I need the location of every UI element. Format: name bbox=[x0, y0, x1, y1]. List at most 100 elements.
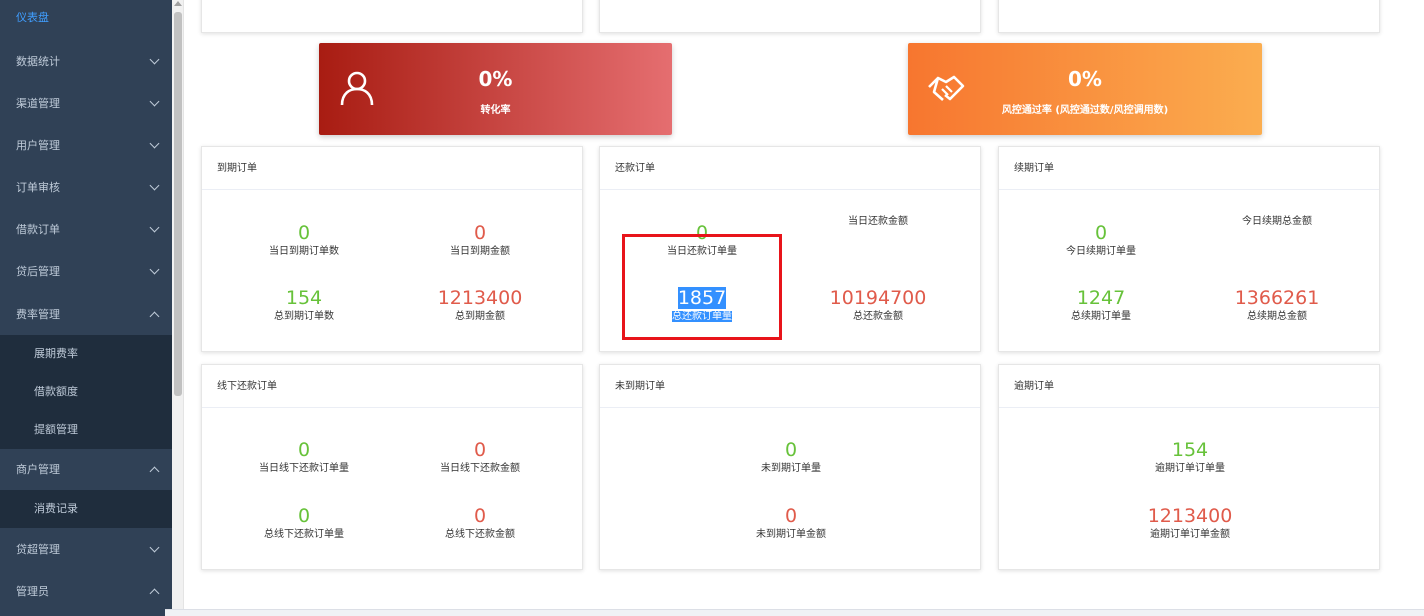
chevron-down-icon bbox=[149, 180, 160, 191]
stat-not-due-amount: 0 未到期订单金额 bbox=[701, 505, 881, 542]
stat-label: 当日线下还款订单量 bbox=[259, 463, 349, 474]
card-expire-orders: 到期订单 0 当日到期订单数 0 当日到期金额 154 总到期订单数 12134… bbox=[201, 146, 583, 352]
stat-value: 1366261 bbox=[1234, 287, 1320, 309]
stat-value: 0 bbox=[784, 505, 798, 527]
submenu-loan-limit[interactable]: 借款额度 bbox=[0, 373, 172, 411]
risk-pass-rate-caption: 风控通过率 (风控通过数/风控调用数) bbox=[1001, 105, 1169, 116]
top-card-partial bbox=[998, 0, 1380, 33]
menu-label: 借款订单 bbox=[16, 223, 60, 236]
stat-total-expire-count: 154 总到期订单数 bbox=[214, 287, 394, 324]
chevron-down-icon bbox=[149, 542, 160, 553]
card-title: 未到期订单 bbox=[600, 365, 980, 408]
stat-label: 总线下还款金额 bbox=[445, 529, 515, 540]
stat-value: 154 bbox=[1171, 439, 1209, 461]
stat-today-offline-amount: 0 当日线下还款金额 bbox=[390, 439, 570, 476]
chevron-down-icon bbox=[149, 222, 160, 233]
menu-label: 贷后管理 bbox=[16, 265, 60, 278]
stat-value: 0 bbox=[297, 439, 311, 461]
stat-value: 1213400 bbox=[437, 287, 523, 309]
stat-not-due-count: 0 未到期订单量 bbox=[701, 439, 881, 476]
menu-label: 费率管理 bbox=[16, 308, 60, 321]
submenu-limit-raise[interactable]: 提额管理 bbox=[0, 411, 172, 449]
stat-today-offline-count: 0 当日线下还款订单量 bbox=[214, 439, 394, 476]
stat-total-offline-amount: 0 总线下还款金额 bbox=[390, 505, 570, 542]
stat-label: 今日续期订单量 bbox=[1066, 246, 1136, 257]
menu-loan-order[interactable]: 借款订单 bbox=[0, 209, 172, 251]
stat-label: 今日续期总金额 bbox=[1242, 216, 1312, 227]
stat-overdue-count: 154 逾期订单订单量 bbox=[1100, 439, 1280, 476]
menu-label: 商户管理 bbox=[16, 463, 60, 476]
menu-dashboard[interactable]: 仪表盘 bbox=[0, 0, 172, 39]
card-title: 线下还款订单 bbox=[202, 365, 582, 408]
menu-label: 渠道管理 bbox=[16, 97, 60, 110]
stat-value: 10194700 bbox=[829, 287, 927, 309]
card-title: 续期订单 bbox=[999, 147, 1379, 190]
stat-label: 当日还款金额 bbox=[848, 216, 908, 227]
menu-post-loan[interactable]: 贷后管理 bbox=[0, 251, 172, 293]
menu-data-statistics[interactable]: 数据统计 bbox=[0, 41, 172, 83]
scroll-up-arrow-icon[interactable] bbox=[174, 1, 182, 6]
conversion-rate-banner: 0% 转化率 bbox=[319, 43, 672, 135]
stat-label: 总到期金额 bbox=[455, 311, 505, 322]
card-overdue-orders: 逾期订单 154 逾期订单订单量 1213400 逾期订单订单金额 bbox=[998, 364, 1380, 570]
menu-label: 订单审核 bbox=[16, 181, 60, 194]
menu-rate[interactable]: 费率管理 bbox=[0, 294, 172, 336]
submenu-extension-rate[interactable]: 展期费率 bbox=[0, 335, 172, 373]
stat-value: 0 bbox=[473, 505, 487, 527]
menu-channel[interactable]: 渠道管理 bbox=[0, 83, 172, 125]
menu-order-review[interactable]: 订单审核 bbox=[0, 167, 172, 209]
chevron-down-icon bbox=[149, 138, 160, 149]
conversion-rate-caption: 转化率 bbox=[480, 105, 511, 116]
stat-today-renew-count: 0 今日续期订单量 bbox=[1011, 222, 1191, 259]
stat-total-expire-amount: 1213400 总到期金额 bbox=[390, 287, 570, 324]
stat-today-expire-count: 0 当日到期订单数 bbox=[214, 222, 394, 259]
stat-value: 0 bbox=[297, 222, 311, 244]
stat-label: 当日到期订单数 bbox=[269, 246, 339, 257]
conversion-rate-value: 0% bbox=[478, 67, 513, 91]
stat-overdue-amount: 1213400 逾期订单订单金额 bbox=[1100, 505, 1280, 542]
card-not-due-orders: 未到期订单 0 未到期订单量 0 未到期订单金额 bbox=[599, 364, 981, 570]
menu-admin[interactable]: 管理员 bbox=[0, 571, 172, 613]
top-card-partial bbox=[599, 0, 981, 33]
chevron-down-icon bbox=[149, 264, 160, 275]
stat-label: 总线下还款订单量 bbox=[264, 529, 344, 540]
sidebar: 仪表盘 数据统计 渠道管理 用户管理 订单审核 借款订单 贷后管理 费率管理 展… bbox=[0, 0, 172, 616]
risk-pass-rate-value: 0% bbox=[1068, 67, 1102, 91]
stat-label: 未到期订单量 bbox=[761, 463, 821, 474]
menu-user[interactable]: 用户管理 bbox=[0, 125, 172, 167]
annotation-highlight-box bbox=[622, 234, 782, 340]
stat-value: 1247 bbox=[1076, 287, 1126, 309]
menu-merchant[interactable]: 商户管理 bbox=[0, 449, 172, 491]
bottom-bar bbox=[165, 609, 1424, 616]
stat-label: 当日到期金额 bbox=[450, 246, 510, 257]
stat-label: 总续期总金额 bbox=[1247, 311, 1307, 322]
stat-value: 154 bbox=[285, 287, 323, 309]
scrollbar-thumb[interactable] bbox=[174, 12, 182, 396]
stat-value: 0 bbox=[297, 505, 311, 527]
stat-label: 总续期订单量 bbox=[1071, 311, 1131, 322]
stat-total-renew-amount: 1366261 总续期总金额 bbox=[1187, 287, 1367, 324]
stat-label: 总还款金额 bbox=[853, 311, 903, 322]
stat-label: 当日线下还款金额 bbox=[440, 463, 520, 474]
stat-total-repay-amount: 10194700 总还款金额 bbox=[788, 287, 968, 324]
stat-today-renew-amount: 今日续期总金额 bbox=[1187, 214, 1367, 229]
menu-loan-market[interactable]: 贷超管理 bbox=[0, 529, 172, 571]
chevron-up-icon bbox=[149, 311, 160, 322]
stat-label: 逾期订单订单金额 bbox=[1150, 529, 1230, 540]
card-title: 还款订单 bbox=[600, 147, 980, 190]
stat-label: 未到期订单金额 bbox=[756, 529, 826, 540]
sidebar-scrollbar[interactable] bbox=[172, 0, 184, 616]
stat-today-expire-amount: 0 当日到期金额 bbox=[390, 222, 570, 259]
stat-today-repay-amount: 当日还款金额 bbox=[788, 214, 968, 229]
card-renew-orders: 续期订单 0 今日续期订单量 今日续期总金额 1247 总续期订单量 13662… bbox=[998, 146, 1380, 352]
card-title: 到期订单 bbox=[202, 147, 582, 190]
chevron-down-icon bbox=[149, 54, 160, 65]
stat-total-renew-count: 1247 总续期订单量 bbox=[1011, 287, 1191, 324]
menu-label: 用户管理 bbox=[16, 139, 60, 152]
stat-value: 1213400 bbox=[1147, 505, 1233, 527]
stat-value: 0 bbox=[473, 222, 487, 244]
chevron-down-icon bbox=[149, 96, 160, 107]
menu-label: 数据统计 bbox=[16, 55, 60, 68]
submenu-consumption-record[interactable]: 消费记录 bbox=[0, 490, 172, 528]
top-card-partial bbox=[201, 0, 583, 33]
